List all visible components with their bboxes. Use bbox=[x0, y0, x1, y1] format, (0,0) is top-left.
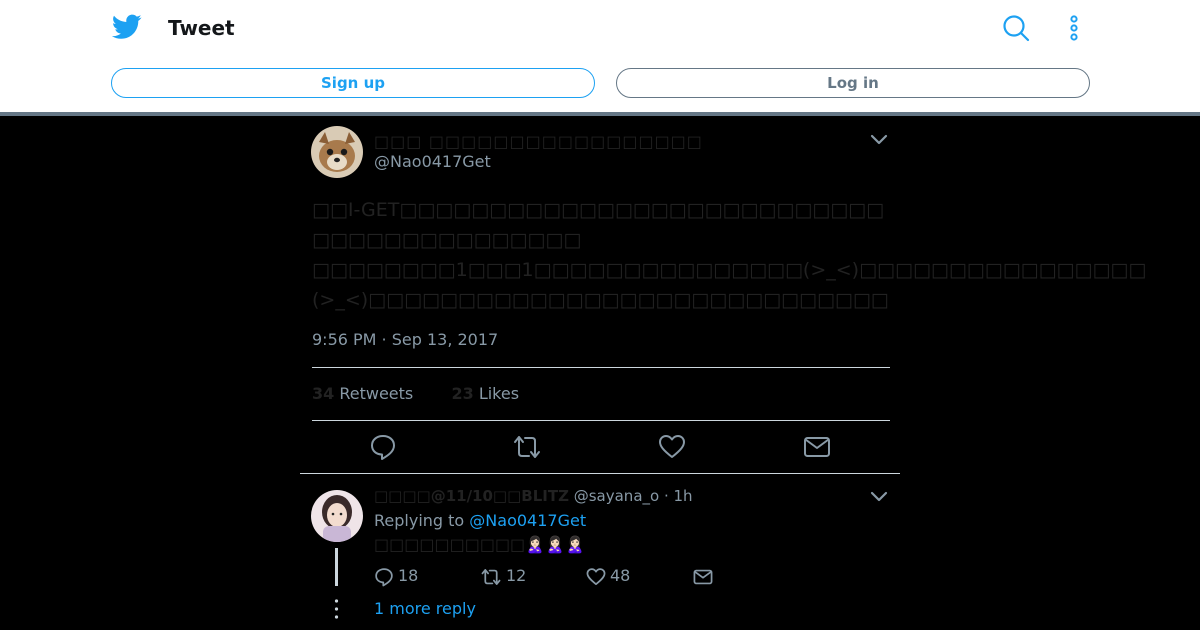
divider bbox=[312, 367, 890, 368]
tweet-text: □□I-GET□□□□□□□□□□□□□□□□□□□□□□□□□□□ □□□□□… bbox=[312, 199, 1147, 311]
likes-label: Likes bbox=[478, 384, 520, 403]
retweets-label: Retweets bbox=[339, 384, 414, 403]
direct-message-icon[interactable] bbox=[803, 433, 831, 461]
reply-emoji: 🙎🏻‍♀️🙎🏻‍♀️🙎🏻‍♀️ bbox=[525, 535, 585, 554]
author-avatar[interactable] bbox=[311, 126, 363, 178]
log-in-button[interactable]: Log in bbox=[616, 68, 1090, 98]
likes-count: 23 bbox=[451, 384, 474, 403]
likes-stat[interactable]: 23 Likes bbox=[451, 384, 519, 403]
chevron-down-icon[interactable] bbox=[870, 491, 888, 503]
tweet-stats: 34 Retweets 23 Likes bbox=[312, 384, 519, 403]
retweets-stat[interactable]: 34 Retweets bbox=[312, 384, 413, 403]
author-handle[interactable]: @Nao0417Get bbox=[374, 152, 491, 171]
replying-to: Replying to @Nao0417Get bbox=[374, 511, 586, 530]
reply-time: · 1h bbox=[663, 487, 693, 505]
reply-text-body: □□□□□□□□□□ bbox=[374, 535, 526, 554]
more-vertical-icon[interactable] bbox=[1064, 14, 1084, 42]
reply-icon[interactable] bbox=[369, 433, 397, 461]
search-icon[interactable] bbox=[1002, 14, 1030, 42]
divider bbox=[300, 473, 900, 474]
reply-author-name: □□□□@11/10□□BLITZ bbox=[374, 487, 569, 505]
reply-like-count: 48 bbox=[610, 566, 631, 585]
reply-dm-button[interactable] bbox=[692, 566, 718, 586]
chevron-down-icon[interactable] bbox=[870, 134, 888, 146]
reply-author[interactable]: □□□□@11/10□□BLITZ @sayana_o · 1h bbox=[374, 487, 693, 505]
reply-reply-button[interactable]: 18 bbox=[374, 566, 418, 586]
reply-author-avatar[interactable] bbox=[311, 490, 363, 542]
reply-author-handle: @sayana_o bbox=[573, 487, 660, 505]
like-heart-icon[interactable] bbox=[658, 433, 686, 461]
retweet-icon[interactable] bbox=[513, 433, 541, 461]
top-bar: Tweet Sign up Log in bbox=[0, 0, 1200, 112]
reply-retweet-button[interactable]: 12 bbox=[480, 566, 526, 586]
divider bbox=[312, 420, 890, 421]
sign-up-button[interactable]: Sign up bbox=[111, 68, 595, 98]
reply-text: □□□□□□□□□□🙎🏻‍♀️🙎🏻‍♀️🙎🏻‍♀️ bbox=[374, 534, 585, 556]
thread-more-dots-icon bbox=[334, 599, 339, 619]
reply-icon bbox=[375, 567, 393, 586]
header-divider bbox=[0, 112, 1200, 116]
direct-message-icon bbox=[693, 569, 713, 584]
author-name[interactable]: □□□ □□□□□□□□□□□□□□□□□ bbox=[374, 132, 703, 151]
thread-connector-line bbox=[335, 548, 338, 586]
twitter-bird-icon[interactable] bbox=[112, 14, 142, 40]
replying-to-handle-link[interactable]: @Nao0417Get bbox=[469, 511, 586, 530]
dog-avatar-image bbox=[311, 126, 363, 178]
page-title: Tweet bbox=[168, 16, 235, 40]
retweets-count: 34 bbox=[312, 384, 335, 403]
girl-avatar-image bbox=[311, 490, 363, 542]
reply-like-button[interactable]: 48 bbox=[586, 566, 630, 586]
tweet-timestamp[interactable]: 9:56 PM · Sep 13, 2017 bbox=[312, 330, 498, 349]
reply-retweet-count: 12 bbox=[506, 566, 527, 585]
retweet-icon bbox=[481, 568, 501, 585]
reply-reply-count: 18 bbox=[398, 566, 419, 585]
like-heart-icon bbox=[586, 567, 606, 585]
more-replies-link[interactable]: 1 more reply bbox=[374, 599, 476, 618]
replying-to-label: Replying to bbox=[374, 511, 465, 530]
